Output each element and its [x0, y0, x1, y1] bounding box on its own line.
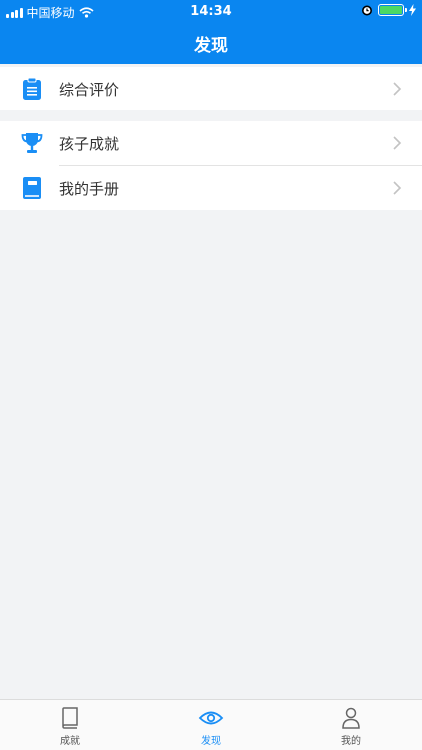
tab-bar: 成就 发现 我的	[0, 699, 422, 750]
chevron-right-icon	[393, 181, 402, 195]
person-icon	[342, 707, 360, 729]
status-bar: 中国移动 14:34	[0, 0, 422, 22]
battery-icon	[378, 4, 407, 16]
tab-mine[interactable]: 我的	[311, 706, 391, 747]
tab-label: 发现	[201, 736, 221, 747]
app-header: 中国移动 14:34 发现	[0, 0, 422, 64]
menu-item-handbook[interactable]: 我的手册	[0, 166, 422, 210]
menu-group-records: 孩子成就 我的手册	[0, 121, 422, 210]
menu-item-label: 综合评价	[59, 80, 120, 99]
chevron-right-icon	[393, 82, 402, 96]
menu-item-label: 我的手册	[59, 179, 120, 198]
eye-icon	[198, 711, 224, 725]
menu-item-achievements[interactable]: 孩子成就	[0, 121, 422, 165]
tab-achievements[interactable]: 成就	[30, 706, 110, 747]
book-outline-icon	[62, 707, 78, 729]
trophy-icon	[21, 133, 43, 153]
alarm-icon	[362, 5, 372, 16]
tab-label: 我的	[341, 736, 361, 747]
tab-discover[interactable]: 发现	[171, 706, 251, 747]
menu-item-evaluation[interactable]: 综合评价	[0, 67, 422, 111]
page-title: 发现	[194, 36, 228, 56]
clock: 14:34	[190, 4, 232, 19]
charging-icon	[409, 4, 416, 16]
book-icon	[23, 177, 41, 199]
clipboard-icon	[23, 77, 41, 100]
chevron-right-icon	[393, 136, 402, 150]
tab-label: 成就	[60, 736, 80, 747]
menu-group-evaluation: 综合评价	[0, 67, 422, 110]
menu-item-label: 孩子成就	[59, 134, 120, 153]
